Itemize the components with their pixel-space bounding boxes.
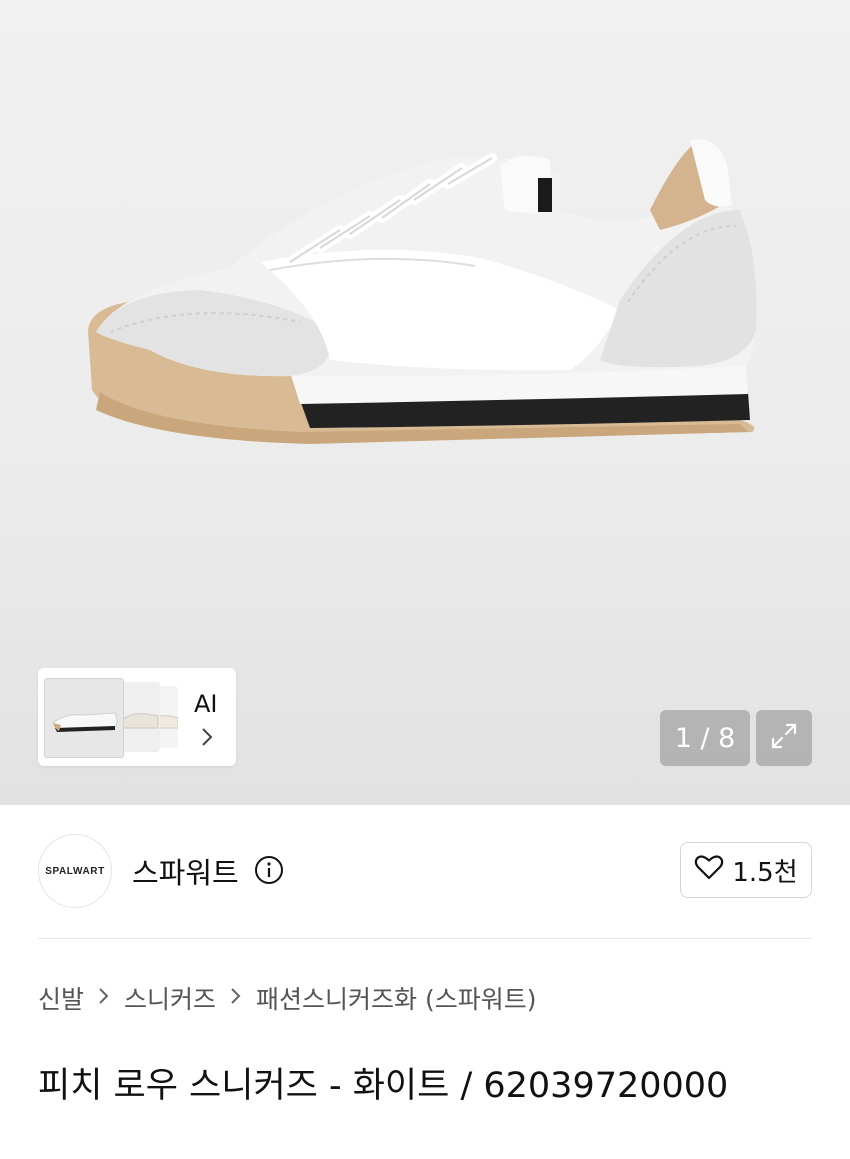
brand-logo[interactable]: SPALWART bbox=[38, 834, 112, 908]
heart-outline-icon bbox=[694, 853, 724, 888]
like-count: 1.5천 bbox=[732, 857, 798, 888]
chevron-right-icon bbox=[200, 726, 214, 754]
thumbnail-1[interactable] bbox=[44, 678, 124, 758]
expand-icon bbox=[767, 719, 801, 757]
product-title: 피치 로우 스니커즈 - 화이트 / 62039720000 bbox=[38, 1066, 729, 1107]
like-button[interactable]: 1.5천 bbox=[680, 842, 812, 898]
image-counter: 1 / 8 bbox=[660, 710, 750, 766]
breadcrumb-item-fashion-sneakers[interactable]: 패션스니커즈화 (스파워트) bbox=[256, 980, 536, 1016]
ai-label: AI bbox=[194, 690, 218, 718]
breadcrumb: 신발 스니커즈 패션스니커즈화 (스파워트) bbox=[38, 980, 537, 1016]
chevron-right-icon bbox=[98, 984, 110, 1012]
expand-button[interactable] bbox=[756, 710, 812, 766]
brand-row: SPALWART 스파워트 1.5천 bbox=[38, 834, 812, 908]
info-icon[interactable] bbox=[254, 855, 284, 889]
divider bbox=[38, 938, 812, 939]
product-image-gallery[interactable]: AI 1 / 8 bbox=[0, 0, 850, 805]
chevron-right-icon bbox=[230, 984, 242, 1012]
breadcrumb-item-sneakers[interactable]: 스니커즈 bbox=[124, 980, 216, 1016]
brand-logo-text: SPALWART bbox=[45, 865, 105, 877]
brand-name[interactable]: 스파워트 bbox=[132, 850, 239, 892]
ai-thumbnail-strip[interactable]: AI bbox=[38, 668, 236, 766]
breadcrumb-item-shoes[interactable]: 신발 bbox=[38, 980, 84, 1016]
